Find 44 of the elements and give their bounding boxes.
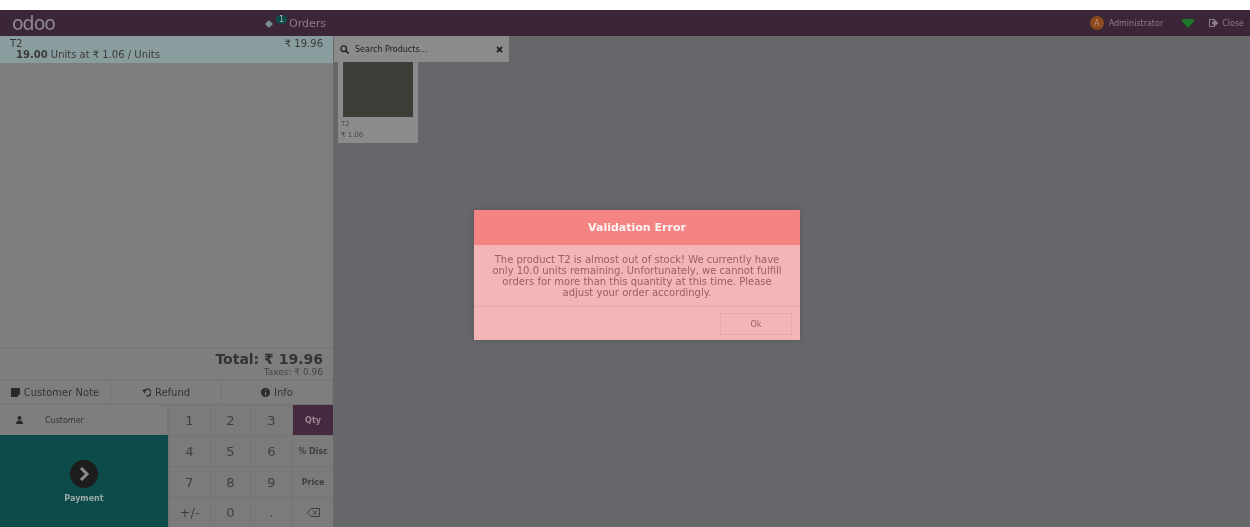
numpad-key[interactable]: 9: [250, 466, 292, 497]
numpad-key[interactable]: 4: [168, 435, 210, 466]
note-icon: [10, 387, 20, 397]
undo-icon: [141, 387, 151, 397]
dialog-message: The product T2 is almost out of stock! We currently have only 10.0 units remaining. Unfortunately, we cannot fulfill orders for more than this quantity at this time. Please adjust your order accordingly.: [474, 245, 800, 307]
numpad-key[interactable]: 0: [210, 497, 250, 527]
backspace-icon: [306, 508, 320, 517]
order-taxes: Taxes: ₹ 0.96: [262, 367, 323, 377]
numpad-key[interactable]: 8: [210, 466, 250, 497]
numpad-key[interactable]: 5: [210, 435, 250, 466]
photo-placeholder: [343, 62, 413, 117]
line-detail: 19.00 Units at ₹ 1.06 / Units: [15, 49, 161, 60]
numpad-key[interactable]: .: [250, 497, 292, 527]
user-name: Administrator: [1108, 18, 1164, 28]
numpad-key[interactable]: 3: [250, 404, 292, 435]
numpad-key[interactable]: +/-: [168, 497, 210, 527]
person-icon: [16, 416, 23, 424]
mode-key[interactable]: Price: [292, 466, 333, 497]
order-count-badge: 1: [276, 14, 288, 24]
numpad-key[interactable]: 2: [210, 404, 250, 435]
order-total: Total: ₹ 19.96: [214, 351, 323, 367]
dialog-title: Validation Error: [474, 210, 800, 245]
numpad-key[interactable]: 7: [168, 466, 210, 497]
product-name: T2: [10, 38, 23, 49]
search-icon: [340, 44, 349, 54]
numpad-key[interactable]: 6: [250, 435, 292, 466]
mode-key[interactable]: Qty: [292, 404, 333, 435]
close-icon[interactable]: [496, 45, 503, 53]
customer-button[interactable]: Customer: [0, 404, 168, 435]
chevron-right-icon: [70, 459, 98, 488]
search-bar[interactable]: Search Products...: [334, 36, 509, 62]
wifi-icon: [1181, 18, 1196, 28]
logo: odoo: [12, 12, 56, 34]
mode-key[interactable]: % Disc: [292, 435, 333, 466]
close-button[interactable]: Close: [1209, 18, 1244, 28]
sign-out-icon: [1209, 19, 1220, 27]
info-icon: [261, 387, 271, 397]
payment-button[interactable]: Payment: [0, 435, 168, 527]
line-price: ₹ 19.96: [284, 38, 323, 49]
search-field[interactable]: Search Products...: [353, 43, 492, 55]
orders-button[interactable]: 1 Orders: [262, 16, 329, 30]
ok-button[interactable]: Ok: [720, 313, 792, 335]
user-avatar: A: [1089, 16, 1104, 30]
numpad-key[interactable]: 1: [168, 404, 210, 435]
